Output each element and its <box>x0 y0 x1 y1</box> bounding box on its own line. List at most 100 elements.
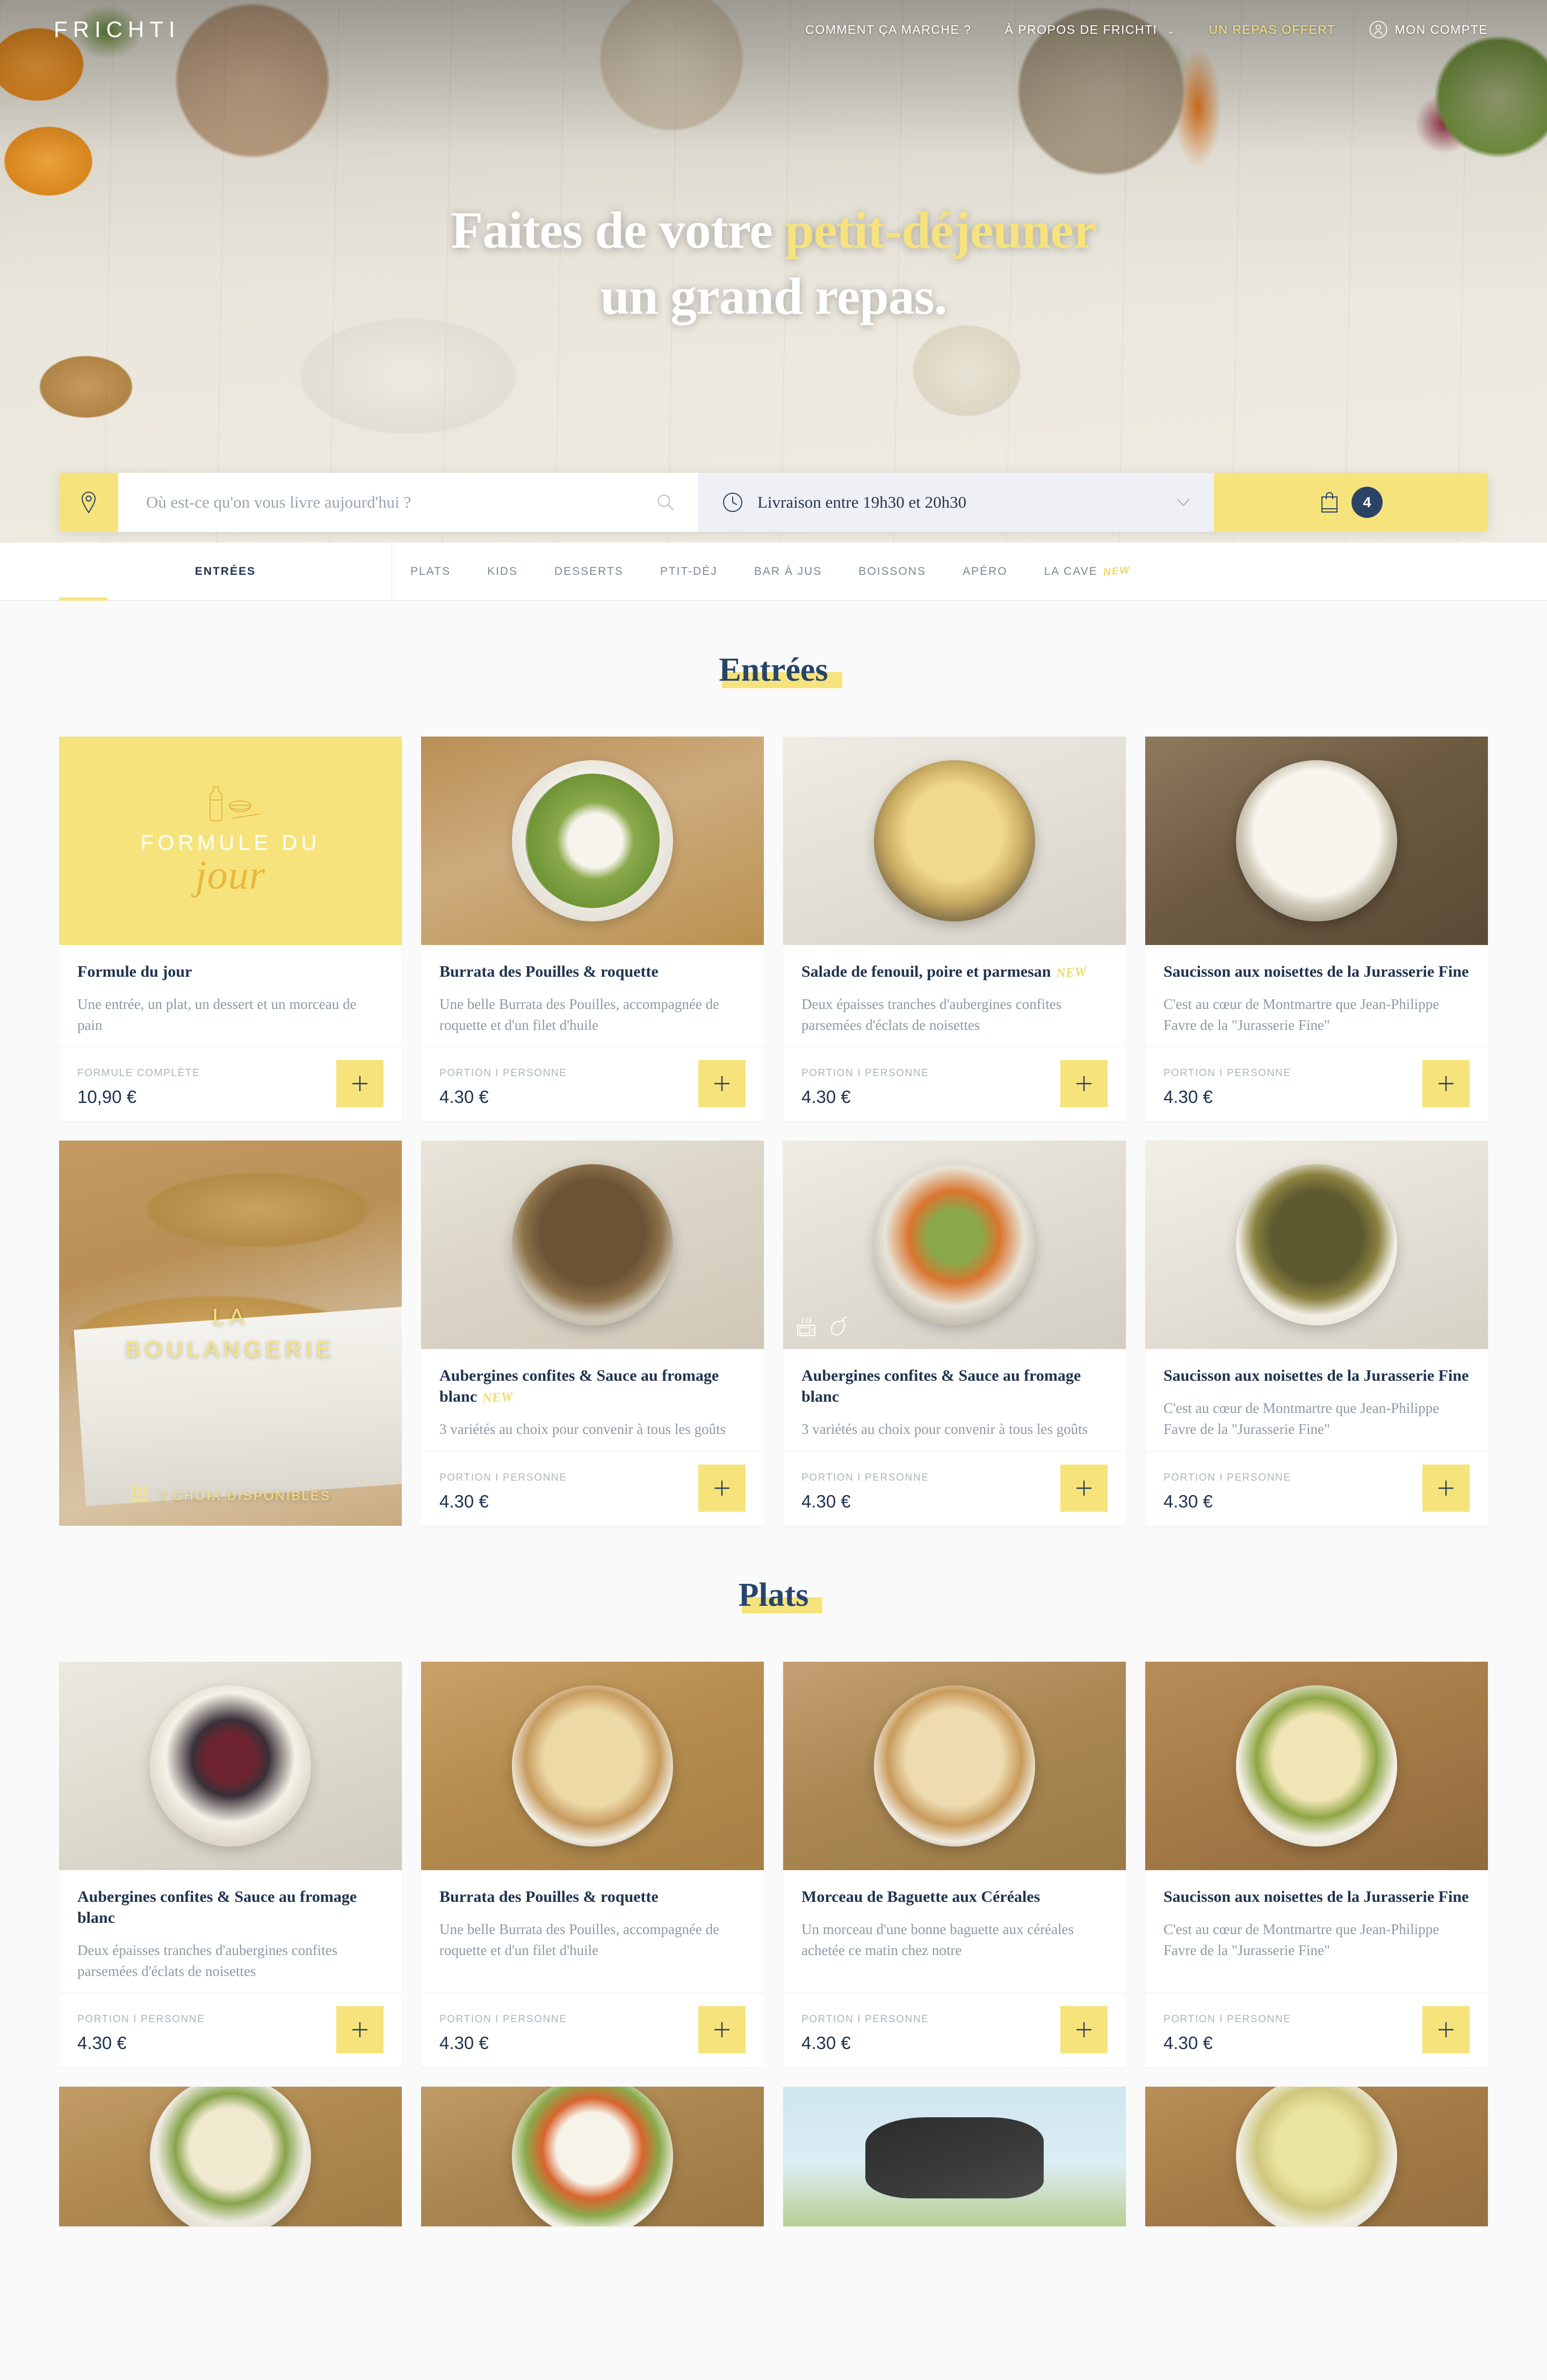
card-photo <box>1145 2086 1488 2226</box>
card-photo <box>421 1141 764 1350</box>
card-la-boulangerie[interactable]: LA BOULANGERIE 7 CHOIX DISPONIBLES <box>59 1141 402 1526</box>
card-title: Burrata des Pouilles & roquette <box>439 1887 659 1906</box>
location-pin-icon[interactable] <box>59 473 118 532</box>
tab-bar-a-jus[interactable]: BAR À JUS <box>736 543 841 600</box>
card-photo <box>421 1661 764 1870</box>
card-morceau-baguette[interactable]: Morceau de Baguette aux Céréales Un morc… <box>783 1661 1126 2067</box>
nav-about-frichti[interactable]: À PROPOS DE FRICHTI ⌄ <box>1004 23 1175 37</box>
add-to-cart-button[interactable] <box>1060 1060 1108 1108</box>
cart-count-badge: 4 <box>1351 487 1383 518</box>
card-portion: PORTION I PERSONNE <box>801 2013 929 2025</box>
card-footer: PORTION I PERSONNE 4.30 € <box>1145 1047 1488 1121</box>
add-to-cart-button[interactable] <box>1060 1464 1108 1512</box>
card-aubergines-confites-2[interactable]: Aubergines confites & Sauce au fromage b… <box>783 1141 1126 1526</box>
boulangerie-choices-label: 7 CHOIX DISPONIBLES <box>159 1489 331 1504</box>
search-icon[interactable] <box>656 493 675 511</box>
card-price: 4.30 € <box>1163 1491 1213 1511</box>
hero-title-highlight: petit-déjeuner <box>785 201 1096 259</box>
hero-title-part2: un grand repas. <box>600 268 948 326</box>
brand-logo[interactable]: FRICHTI <box>54 17 180 42</box>
tab-apero[interactable]: APÉRO <box>944 543 1026 600</box>
cart-button[interactable]: 4 <box>1214 473 1488 532</box>
card-description: 3 variétés au choix pour convenir à tous… <box>439 1421 726 1438</box>
card-body: Morceau de Baguette aux Céréales Un morc… <box>783 1870 1126 1993</box>
site-header: FRICHTI COMMENT ÇA MARCHE ? À PROPOS DE … <box>0 0 1547 59</box>
nav-my-account[interactable]: MON COMPTE <box>1369 20 1488 39</box>
add-to-cart-button[interactable] <box>698 2006 746 2053</box>
boulangerie-line2: BOULANGERIE <box>125 1336 336 1362</box>
new-badge: NEW <box>1056 964 1088 981</box>
tab-plats[interactable]: PLATS <box>392 543 469 600</box>
tab-desserts[interactable]: DESSERTS <box>536 543 642 600</box>
search-field-wrapper[interactable] <box>118 473 698 532</box>
tab-la-cave[interactable]: LA CAVE NEW <box>1026 543 1148 600</box>
card-photo <box>783 737 1126 945</box>
entrees-row-1: FORMULE DU jour Formule du jour Une entr… <box>0 737 1547 1122</box>
add-to-cart-button[interactable] <box>336 1060 384 1108</box>
card-saucisson-noisettes-1[interactable]: Saucisson aux noisettes de la Jurasserie… <box>1145 737 1488 1122</box>
plus-icon <box>1438 1480 1454 1496</box>
add-to-cart-button[interactable] <box>1422 2006 1470 2053</box>
card-photo <box>59 1661 402 1870</box>
card-price: 4.30 € <box>439 1087 489 1107</box>
card-burrata-roquette[interactable]: Burrata des Pouilles & roquette Une bell… <box>421 737 764 1122</box>
hero-title-part1: Faites de votre <box>451 201 785 259</box>
card-price: 10,90 € <box>77 1087 137 1107</box>
tab-apero-label: APÉRO <box>963 565 1008 578</box>
plats-row-1: Aubergines confites & Sauce au fromage b… <box>0 1661 1547 2067</box>
card-body: Salade de fenouil, poire et parmesan NEW … <box>783 945 1126 1047</box>
card-portion: PORTION I PERSONNE <box>801 1068 929 1079</box>
boulangerie-footer: 7 CHOIX DISPONIBLES <box>59 1485 402 1508</box>
card-title-text: Aubergines confites & Sauce au fromage b… <box>439 1367 719 1406</box>
new-badge: NEW <box>1102 564 1131 578</box>
add-to-cart-button[interactable] <box>698 1464 746 1512</box>
card-title-text: Salade de fenouil, poire et parmesan <box>801 963 1051 980</box>
card-description: C'est au cœur de Montmartre que Jean-Phi… <box>1163 1400 1440 1438</box>
card-aubergines-plats[interactable]: Aubergines confites & Sauce au fromage b… <box>59 1661 402 2067</box>
card-title: Salade de fenouil, poire et parmesan NEW <box>801 961 1108 982</box>
chevron-down-icon[interactable] <box>1176 498 1190 507</box>
add-to-cart-button[interactable] <box>1422 1060 1470 1108</box>
card-footer: PORTION I PERSONNE 4.30 € <box>421 1992 764 2067</box>
card-title: Morceau de Baguette aux Céréales <box>801 1887 1040 1906</box>
add-to-cart-button[interactable] <box>1060 2006 1108 2053</box>
card-description: Deux épaisses tranches d'aubergines conf… <box>77 1942 338 1979</box>
card-price: 4.30 € <box>801 2032 851 2053</box>
delivery-time-label: Livraison entre 19h30 et 20h30 <box>757 493 967 511</box>
card-body: Burrata des Pouilles & roquette Une bell… <box>421 1870 764 1993</box>
plus-icon <box>1076 2022 1091 2037</box>
nav-my-account-label: MON COMPTE <box>1394 22 1488 37</box>
add-to-cart-button[interactable] <box>1422 1464 1470 1512</box>
card-burrata-plats[interactable]: Burrata des Pouilles & roquette Une bell… <box>421 1661 764 2067</box>
card-title: Burrata des Pouilles & roquette <box>439 963 659 980</box>
boulangerie-label: LA BOULANGERIE <box>125 1301 335 1366</box>
card-description: C'est au cœur de Montmartre que Jean-Phi… <box>1163 1921 1440 1958</box>
add-to-cart-button[interactable] <box>336 2006 384 2053</box>
tab-ptit-dej[interactable]: PTIT-DÉJ <box>642 543 736 600</box>
card-description: C'est au cœur de Montmartre que Jean-Phi… <box>1163 996 1440 1034</box>
card-aubergines-confites-1[interactable]: Aubergines confites & Sauce au fromage b… <box>421 1141 764 1526</box>
delivery-search-bar: Livraison entre 19h30 et 20h30 4 <box>59 473 1488 532</box>
delivery-time-selector[interactable]: Livraison entre 19h30 et 20h30 <box>698 473 1214 532</box>
tab-boissons[interactable]: BOISSONS <box>840 543 944 600</box>
card-fish-leek[interactable] <box>1145 2086 1488 2226</box>
nav-free-meal[interactable]: UN REPAS OFFERT <box>1209 23 1335 37</box>
card-pasta-peas[interactable] <box>59 2086 402 2226</box>
card-formule-du-jour[interactable]: FORMULE DU jour Formule du jour Une entr… <box>59 737 402 1122</box>
card-body: Burrata des Pouilles & roquette Une bell… <box>421 945 764 1047</box>
nav-how-it-works[interactable]: COMMENT ÇA MARCHE ? <box>805 23 971 37</box>
card-cow-photo[interactable] <box>783 2086 1126 2226</box>
add-to-cart-button[interactable] <box>698 1060 746 1108</box>
card-thai-noodles[interactable] <box>421 2086 764 2226</box>
tab-entrees[interactable]: ENTRÉES <box>59 543 392 601</box>
card-salade-fenouil[interactable]: Salade de fenouil, poire et parmesan NEW … <box>783 737 1126 1122</box>
tab-bar-a-jus-label: BAR À JUS <box>754 565 822 578</box>
search-input[interactable] <box>146 493 656 512</box>
section-entrees-title: Entrées <box>717 651 842 689</box>
tab-kids[interactable]: KIDS <box>469 543 536 600</box>
plus-icon <box>1076 1076 1091 1092</box>
formule-promo-line2: jour <box>195 853 266 898</box>
card-saucisson-noisettes-2[interactable]: Saucisson aux noisettes de la Jurasserie… <box>1145 1141 1488 1526</box>
card-photo <box>421 737 764 945</box>
card-saucisson-plats[interactable]: Saucisson aux noisettes de la Jurasserie… <box>1145 1661 1488 2067</box>
